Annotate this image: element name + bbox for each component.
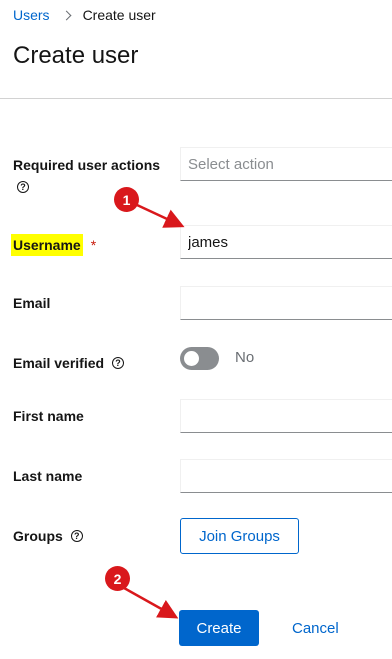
annotation-arrow-1 — [136, 203, 185, 228]
annotation-arrows — [123, 203, 185, 619]
annotation-marker-2: 2 — [105, 566, 130, 591]
annotation-arrow-2 — [123, 586, 179, 619]
annotation-marker-1: 1 — [114, 187, 139, 212]
